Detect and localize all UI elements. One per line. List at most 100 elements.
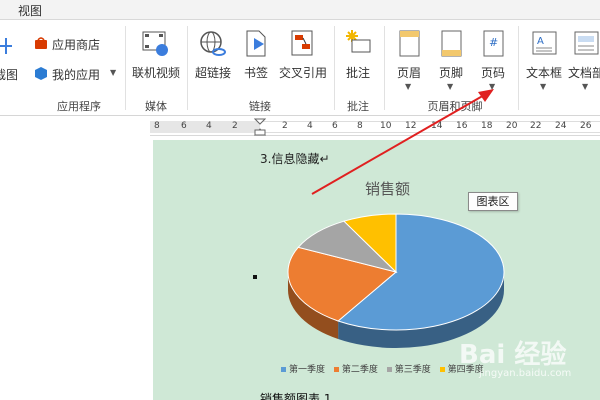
legend-item: 第三季度 — [386, 362, 431, 375]
chart-area-tooltip: 图表区 — [468, 192, 518, 211]
ruler-tick: 10 — [380, 121, 392, 131]
tooltip-text: 图表区 — [476, 195, 510, 208]
ruler-margin — [150, 121, 260, 133]
my-apps-label: 我的应用 — [52, 68, 101, 82]
group-label-apps: 应用程序 — [57, 100, 101, 113]
watermark: Bai 经验 jingyan.baidu.com — [455, 330, 595, 390]
chevron-down-icon: ▼ — [110, 68, 117, 77]
textbox-label: 文本框 — [525, 66, 562, 80]
globe-link-icon — [199, 30, 227, 61]
ruler-tick: 26 — [580, 121, 592, 131]
legend-swatch — [386, 367, 392, 372]
ruler-tick: 8 — [154, 121, 160, 131]
ruler-tick: 8 — [357, 121, 363, 131]
online-video-label: 联机视频 — [131, 66, 180, 80]
group-separator — [187, 26, 188, 110]
group-label-links: 链接 — [249, 100, 271, 113]
ruler-tick: 18 — [481, 121, 493, 131]
legend-swatch — [281, 367, 286, 372]
screenshot-icon — [0, 34, 14, 59]
bookmark-label: 书签 — [243, 66, 268, 80]
tab-view[interactable]: 视图 — [18, 2, 42, 19]
doc-parts-icon — [574, 30, 600, 61]
online-video-icon — [142, 30, 170, 61]
ruler-tick: 24 — [555, 121, 567, 131]
page-number-label: 页码 — [480, 66, 505, 80]
doc-parts-label: 文档部 — [568, 66, 600, 80]
footer-label: 页脚 — [438, 66, 463, 80]
textbox-icon: A — [532, 30, 558, 61]
screenshot-button[interactable]: 截图 — [0, 24, 20, 84]
group-label-media: 媒体 — [145, 100, 167, 113]
store-bag-icon — [34, 36, 48, 53]
group-label-header-footer: 页眉和页脚 — [427, 100, 483, 113]
word-window: 视图 截图 应用商店 我的应用 ▼ 应用程序 — [0, 0, 600, 400]
horizontal-ruler[interactable]: 8 6 4 2 2 4 6 8 10 12 14 16 18 20 22 24 … — [150, 118, 600, 136]
section-heading: 3.信息隐藏↵ — [260, 152, 330, 166]
cross-reference-icon — [290, 30, 318, 61]
my-apps-button[interactable]: 我的应用 ▼ — [34, 64, 124, 84]
page-number-button[interactable]: # 页码 ▼ — [474, 24, 512, 94]
cross-reference-button[interactable]: 交叉引用 — [276, 24, 330, 86]
hyperlink-button[interactable]: 超链接 — [190, 24, 236, 86]
legend-label: 第一季度 — [289, 365, 326, 375]
my-apps-icon — [34, 66, 48, 83]
svg-text:#: # — [489, 36, 498, 49]
comment-button[interactable]: 批注 — [338, 24, 378, 86]
header-icon — [399, 30, 421, 61]
ruler-tick: 6 — [332, 121, 338, 131]
bookmark-button[interactable]: 书签 — [238, 24, 274, 86]
hyperlink-label: 超链接 — [194, 66, 231, 80]
navigation-blank-area — [0, 116, 150, 400]
cross-reference-label: 交叉引用 — [278, 66, 327, 80]
app-store-button[interactable]: 应用商店 — [34, 34, 114, 54]
doc-parts-button[interactable]: 文档部 ▼ — [568, 24, 600, 94]
ruler-tick: 12 — [405, 121, 417, 131]
anchor-marker — [253, 275, 257, 279]
legend-item: 第一季度 — [281, 362, 325, 375]
screenshot-label: 截图 — [0, 68, 18, 82]
ruler-tick: 16 — [456, 121, 468, 131]
page-number-icon: # — [483, 30, 505, 61]
legend-swatch — [439, 367, 445, 372]
chevron-down-icon: ▼ — [489, 82, 496, 91]
footer-button[interactable]: 页脚 ▼ — [432, 24, 470, 94]
ruler-tick: 2 — [232, 121, 238, 131]
group-separator — [518, 26, 519, 110]
ribbon: 截图 应用商店 我的应用 ▼ 应用程序 联机视频 媒体 — [0, 20, 600, 116]
legend-label: 第二季度 — [341, 365, 378, 375]
group-separator — [384, 26, 385, 110]
ruler-tick: 4 — [206, 121, 212, 131]
comment-icon — [344, 28, 372, 59]
legend-swatch — [333, 367, 339, 372]
footer-icon — [441, 30, 463, 61]
ruler-tick: 20 — [506, 121, 518, 131]
ruler-tick: 6 — [181, 121, 187, 131]
watermark-text: Bai 经验 — [459, 340, 567, 370]
header-label: 页眉 — [396, 66, 421, 80]
legend-item: 第二季度 — [333, 362, 378, 375]
ruler-tick: 14 — [431, 121, 443, 131]
watermark-sub: jingyan.baidu.com — [479, 368, 572, 379]
chart-caption: 销售额图表 1 — [260, 392, 332, 400]
app-store-label: 应用商店 — [52, 38, 101, 52]
ruler-tick: 22 — [530, 121, 542, 131]
ribbon-tab-bar: 视图 — [0, 0, 600, 20]
chevron-down-icon: ▼ — [540, 82, 547, 91]
group-label-comments: 批注 — [347, 100, 369, 113]
svg-text:A: A — [537, 36, 544, 47]
chevron-down-icon: ▼ — [447, 82, 454, 91]
group-separator — [125, 26, 126, 110]
online-video-button[interactable]: 联机视频 — [128, 24, 184, 86]
ruler-tick: 4 — [307, 121, 313, 131]
chevron-down-icon: ▼ — [582, 82, 589, 91]
header-button[interactable]: 页眉 ▼ — [390, 24, 428, 94]
legend-label: 第三季度 — [394, 365, 431, 375]
chevron-down-icon: ▼ — [405, 82, 412, 91]
bookmark-icon — [244, 30, 268, 61]
ruler-tick: 2 — [282, 121, 288, 131]
comment-label: 批注 — [345, 66, 370, 80]
group-separator — [334, 26, 335, 110]
indent-marker-icon[interactable] — [253, 118, 267, 139]
textbox-button[interactable]: A 文本框 ▼ — [522, 24, 566, 94]
